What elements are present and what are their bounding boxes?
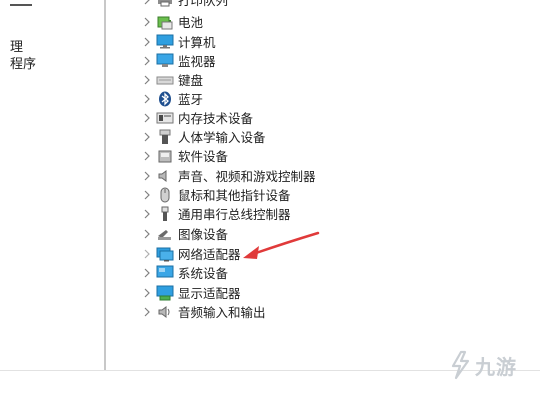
speaker-icon <box>156 168 174 184</box>
tree-item-mice[interactable]: 鼠标和其他指针设备 <box>118 185 291 204</box>
tree-item-memory-technology[interactable]: 内存技术设备 <box>118 108 253 127</box>
hid-icon <box>156 129 174 145</box>
memory-card-icon <box>156 110 174 126</box>
tree-item-label: 计算机 <box>178 35 216 50</box>
tree-item-print-queues[interactable]: 打印队列 <box>118 0 228 9</box>
tree-item-label: 蓝牙 <box>178 92 204 107</box>
pane-divider[interactable] <box>104 0 106 370</box>
tree-item-label: 电池 <box>178 15 204 30</box>
tree-item-human-interface-devices[interactable]: 人体学输入设备 <box>118 127 266 146</box>
chevron-right-icon[interactable] <box>140 32 154 51</box>
chevron-right-icon[interactable] <box>140 0 154 9</box>
mouse-icon <box>156 187 174 203</box>
chevron-right-icon[interactable] <box>140 224 154 243</box>
network-adapter-icon <box>156 246 174 262</box>
tree-item-label: 键盘 <box>178 73 204 88</box>
device-tree: 打印队列 电池 计算机 监视器 键盘 蓝牙 内存技术设备 人体学输入设备 软件设… <box>118 0 538 370</box>
tree-item-label: 人体学输入设备 <box>178 130 266 145</box>
chevron-right-icon[interactable] <box>140 302 154 321</box>
watermark: 九游 <box>447 350 517 380</box>
chevron-right-icon[interactable] <box>140 263 154 282</box>
left-pane: 理 程序 <box>0 0 104 393</box>
tree-item-network-adapters[interactable]: 网络适配器 <box>118 244 241 263</box>
printer-icon <box>156 0 174 8</box>
chevron-right-icon[interactable] <box>140 51 154 70</box>
monitor-icon <box>156 53 174 69</box>
battery-icon <box>156 14 174 30</box>
watermark-logo-icon <box>451 350 470 380</box>
computer-monitor-icon <box>156 34 174 50</box>
system-device-icon <box>156 265 174 281</box>
chevron-right-icon[interactable] <box>140 283 154 302</box>
left-pane-item[interactable]: 程序 <box>10 53 36 72</box>
tree-item-label: 网络适配器 <box>178 247 241 262</box>
tree-item-audio-inputs-outputs[interactable]: 音频输入和输出 <box>118 302 266 321</box>
chevron-right-icon[interactable] <box>140 89 154 108</box>
tree-item-computer[interactable]: 计算机 <box>118 32 216 51</box>
tree-item-bluetooth[interactable]: 蓝牙 <box>118 89 203 108</box>
tree-item-label: 声音、视频和游戏控制器 <box>178 169 316 184</box>
chevron-right-icon[interactable] <box>140 185 154 204</box>
usb-icon <box>156 206 174 222</box>
watermark-text: 九游 <box>475 354 517 379</box>
tree-item-imaging-devices[interactable]: 图像设备 <box>118 224 228 243</box>
bluetooth-icon <box>156 91 174 107</box>
chevron-right-icon[interactable] <box>140 244 154 263</box>
left-pane-item-cutoff[interactable] <box>10 0 32 10</box>
tree-item-keyboards[interactable]: 键盘 <box>118 70 203 89</box>
display-adapter-icon <box>156 285 174 301</box>
chevron-right-icon[interactable] <box>140 127 154 146</box>
tree-item-software-devices[interactable]: 软件设备 <box>118 146 228 165</box>
chevron-right-icon[interactable] <box>140 108 154 127</box>
tree-item-label: 图像设备 <box>178 227 229 242</box>
tree-item-label: 打印队列 <box>178 0 229 8</box>
keyboard-icon <box>156 72 174 88</box>
tree-item-system-devices[interactable]: 系统设备 <box>118 263 228 282</box>
tree-item-monitors[interactable]: 监视器 <box>118 51 216 70</box>
software-device-icon <box>156 148 174 164</box>
tree-item-display-adapters[interactable]: 显示适配器 <box>118 283 241 302</box>
tree-item-label: 音频输入和输出 <box>178 305 266 320</box>
chevron-right-icon[interactable] <box>140 70 154 89</box>
tree-item-label: 内存技术设备 <box>178 111 254 126</box>
camera-icon <box>156 226 174 242</box>
chevron-right-icon[interactable] <box>140 166 154 185</box>
tree-item-label: 显示适配器 <box>178 286 241 301</box>
tree-item-label: 鼠标和其他指针设备 <box>178 188 291 203</box>
tree-item-batteries[interactable]: 电池 <box>118 12 203 31</box>
tree-item-sound-video-game[interactable]: 声音、视频和游戏控制器 <box>118 166 316 185</box>
chevron-right-icon[interactable] <box>140 146 154 165</box>
tree-item-label: 通用串行总线控制器 <box>178 207 291 222</box>
chevron-right-icon[interactable] <box>140 204 154 223</box>
audio-io-icon <box>156 304 174 320</box>
tree-item-label: 软件设备 <box>178 149 229 164</box>
tree-item-label: 系统设备 <box>178 266 229 281</box>
chevron-right-icon[interactable] <box>140 12 154 31</box>
tree-item-usb-controllers[interactable]: 通用串行总线控制器 <box>118 204 291 223</box>
tree-item-label: 监视器 <box>178 54 216 69</box>
